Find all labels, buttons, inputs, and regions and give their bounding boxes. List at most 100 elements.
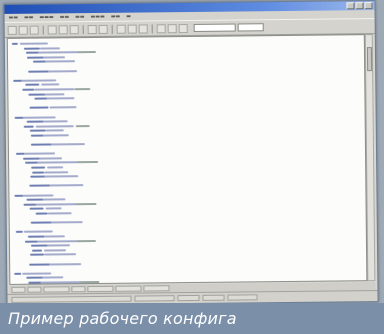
code-token (44, 175, 79, 178)
document-tab[interactable] (11, 286, 26, 293)
toolbar-separator (111, 24, 113, 34)
replace-icon[interactable] (127, 24, 137, 34)
settings-icon[interactable] (178, 23, 188, 33)
document-tab[interactable] (71, 286, 86, 293)
code-token (42, 276, 64, 279)
code-token (34, 88, 75, 91)
code-token (50, 143, 85, 146)
code-token (77, 161, 99, 164)
code-token (44, 170, 69, 174)
redo-icon[interactable] (98, 24, 108, 34)
status-mode (177, 294, 200, 302)
code-token (23, 47, 40, 50)
document-tab[interactable] (43, 286, 70, 293)
open-folder-icon[interactable] (18, 25, 28, 35)
code-token (42, 120, 68, 123)
code-token (19, 42, 48, 45)
undo-icon[interactable] (87, 24, 97, 34)
code-token (35, 202, 81, 206)
status-encoding (227, 294, 258, 301)
code-token (31, 166, 46, 169)
minimize-icon[interactable] (346, 2, 355, 10)
find-icon[interactable] (116, 24, 126, 34)
menu-item[interactable]: ▬▬ (75, 13, 85, 21)
wrap-icon[interactable] (167, 23, 177, 33)
menu-item[interactable]: ▬ (126, 13, 131, 21)
menu-item[interactable]: ▬▬ (24, 14, 34, 22)
code-token (46, 244, 70, 247)
code-token (76, 239, 96, 242)
code-token (22, 272, 52, 275)
menu-item[interactable]: ▬▬▬ (91, 13, 105, 21)
status-insert (202, 294, 225, 301)
code-token (80, 280, 100, 284)
code-token (45, 60, 76, 63)
code-token (47, 166, 64, 169)
menu-item[interactable]: ▬▬ (60, 13, 70, 21)
code-token (32, 249, 43, 252)
code-token (25, 83, 40, 87)
code-token (77, 51, 96, 54)
bookmark-icon[interactable] (156, 23, 166, 33)
code-token (22, 88, 35, 91)
window-controls (346, 2, 373, 10)
toolbar-separator (42, 25, 44, 35)
code-token (23, 152, 56, 155)
menu-item[interactable]: ▬▬▬ (39, 13, 53, 21)
code-token (42, 134, 69, 137)
status-message (11, 295, 132, 303)
code-token (44, 253, 77, 256)
syntax-select[interactable] (193, 23, 236, 32)
close-icon[interactable] (364, 2, 373, 10)
code-token (43, 249, 67, 252)
scrollbar-thumb[interactable] (366, 47, 373, 72)
print-icon[interactable] (138, 23, 148, 34)
caption-text: Пример рабочего конфига (8, 309, 237, 328)
code-token (46, 97, 75, 100)
editor-window: ▬▬ ▬▬ ▬▬▬ ▬▬ ▬▬ ▬▬▬ ▬▬ ▬ (3, 0, 379, 306)
code-token (30, 253, 45, 257)
code-token (42, 56, 65, 59)
maximize-icon[interactable] (355, 2, 364, 10)
code-token (49, 184, 84, 187)
code-token (36, 239, 80, 243)
code-token (32, 171, 45, 174)
code-token (27, 235, 45, 238)
cut-icon[interactable] (47, 24, 57, 34)
code-token (37, 51, 80, 54)
copy-icon[interactable] (58, 24, 68, 34)
code-token (50, 221, 83, 224)
save-icon[interactable] (29, 25, 39, 35)
code-token (26, 276, 44, 280)
vertical-scrollbar[interactable] (364, 34, 376, 282)
code-token (45, 129, 64, 132)
menu-item[interactable]: ▬▬ (111, 13, 121, 21)
code-token (47, 212, 72, 215)
menu-item[interactable]: ▬▬ (9, 14, 19, 22)
document-tab[interactable] (87, 285, 114, 293)
code-token (23, 125, 34, 128)
code-token (11, 42, 18, 45)
new-file-icon[interactable] (7, 25, 17, 35)
document-tab[interactable] (115, 285, 142, 292)
paste-icon[interactable] (69, 24, 79, 34)
config-text (11, 38, 363, 285)
code-token (28, 70, 50, 73)
code-token (22, 115, 56, 119)
code-token (22, 194, 54, 197)
encoding-select[interactable] (237, 23, 264, 32)
code-editor[interactable] (6, 34, 368, 285)
code-token (35, 212, 48, 215)
status-position (134, 295, 175, 302)
code-token (74, 87, 91, 91)
screenshot-photo: ▬▬ ▬▬ ▬▬▬ ▬▬ ▬▬ ▬▬▬ ▬▬ ▬ (0, 0, 384, 334)
code-token (29, 207, 44, 211)
document-tab[interactable] (143, 285, 170, 292)
code-token (75, 124, 90, 127)
code-token (21, 79, 57, 82)
code-token (43, 235, 65, 238)
code-token (40, 281, 84, 284)
code-token (44, 92, 65, 96)
document-tab[interactable] (27, 286, 42, 293)
toolbar-separator (82, 24, 84, 34)
